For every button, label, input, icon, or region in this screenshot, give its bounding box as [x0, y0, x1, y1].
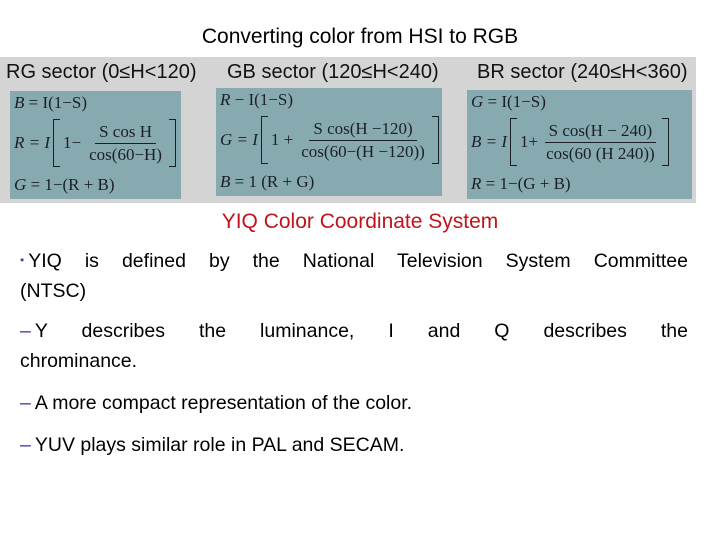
sector-label-br: BR sector (240≤H<360)	[477, 61, 688, 83]
left-bracket-icon	[53, 119, 61, 167]
equation-3: R = 1−(G + B)	[471, 174, 571, 194]
equation-2: G = I 1 + S cos(H −120) cos(60−(H −120))	[220, 116, 442, 164]
dash-icon: –	[20, 434, 31, 456]
eq-lhs: B	[14, 93, 25, 112]
equation-3: B = 1 (R + G)	[220, 172, 314, 192]
eq-lhs: R	[471, 174, 482, 193]
sector-label-rg: RG sector (0≤H<120)	[6, 61, 197, 83]
equation-1: R − I(1−S)	[220, 90, 293, 110]
bullet-line-1: • YIQ is defined by the National Televisi…	[20, 245, 688, 276]
eq-lhs: R = I	[14, 133, 51, 152]
eq-rhs: = 1−(R + B)	[30, 175, 115, 194]
formula-box-br: G = I(1−S) B = I 1+ S cos(H − 240) cos(6…	[467, 90, 692, 199]
equation-3: G = 1−(R + B)	[14, 175, 115, 195]
numerator: S cos H	[95, 122, 156, 144]
slide-title: Converting color from HSI to RGB	[201, 25, 519, 48]
sub-item-text: YUV plays similar role in PAL and SECAM.	[34, 434, 405, 456]
left-bracket-icon	[260, 116, 268, 164]
numerator: S cos(H − 240)	[544, 121, 657, 143]
equation-1: B = I(1−S)	[14, 93, 87, 113]
fraction: S cos(H −120) cos(60−(H −120))	[297, 119, 429, 162]
equation-1: G = I(1−S)	[471, 92, 546, 112]
fraction: S cos H cos(60−H)	[85, 122, 166, 165]
bullet-line-2: (NTSC)	[20, 280, 87, 302]
numerator: S cos(H −120)	[309, 119, 417, 141]
eq-prefix: 1+	[520, 132, 539, 151]
bullet-item-ntsc: • YIQ is defined by the National Televisi…	[20, 245, 688, 306]
sub-item-line-1: – Y describes the luminance, I and Q desc…	[20, 316, 688, 346]
eq-rhs: = I(1−S)	[28, 93, 88, 112]
eq-lhs: G	[14, 175, 27, 194]
eq-rhs: − I(1−S)	[234, 90, 294, 109]
eq-prefix: 1 +	[270, 130, 294, 149]
eq-lhs: R	[220, 90, 231, 109]
sector-label-gb: GB sector (120≤H<240)	[227, 61, 439, 83]
eq-lhs: G	[471, 92, 484, 111]
eq-lhs: G = I	[220, 130, 258, 149]
dash-icon: –	[20, 320, 31, 342]
formula-box-rg: B = I(1−S) R = I 1− S cos H cos(60−H) G …	[10, 91, 181, 199]
denominator: cos(60−(H −120))	[301, 141, 425, 161]
eq-rhs: = 1 (R + G)	[234, 172, 315, 191]
bullet-icon: •	[20, 253, 25, 267]
sub-item-text: Y describes the luminance, I and Q descr…	[34, 320, 688, 342]
eq-rhs: = 1−(G + B)	[485, 174, 571, 193]
equation-2: B = I 1+ S cos(H − 240) cos(60 (H 240))	[471, 118, 672, 166]
sub-item-text: A more compact representation of the col…	[34, 392, 413, 414]
right-bracket-icon	[431, 116, 439, 164]
sub-item-luminance: – Y describes the luminance, I and Q desc…	[20, 316, 688, 376]
eq-rhs: = I(1−S)	[487, 92, 546, 111]
eq-prefix: 1−	[63, 133, 82, 152]
denominator: cos(60 (H 240))	[546, 143, 655, 163]
dash-icon: –	[20, 392, 31, 414]
sub-item-line-2: chrominance.	[20, 350, 138, 372]
sub-item-compact: – A more compact representation of the co…	[20, 388, 688, 418]
bullet-text: YIQ is defined by the National Televisio…	[28, 250, 688, 272]
right-bracket-icon	[168, 119, 176, 167]
right-bracket-icon	[661, 118, 669, 166]
eq-lhs: B	[220, 172, 231, 191]
section-heading: YIQ Color Coordinate System	[221, 210, 499, 233]
left-bracket-icon	[510, 118, 518, 166]
fraction: S cos(H − 240) cos(60 (H 240))	[542, 121, 659, 164]
eq-lhs: B = I	[471, 132, 508, 151]
equation-2: R = I 1− S cos H cos(60−H)	[14, 119, 179, 167]
sub-item-yuv: – YUV plays similar role in PAL and SECAM…	[20, 430, 688, 460]
denominator: cos(60−H)	[89, 144, 162, 164]
formula-box-gb: R − I(1−S) G = I 1 + S cos(H −120) cos(6…	[216, 88, 442, 196]
